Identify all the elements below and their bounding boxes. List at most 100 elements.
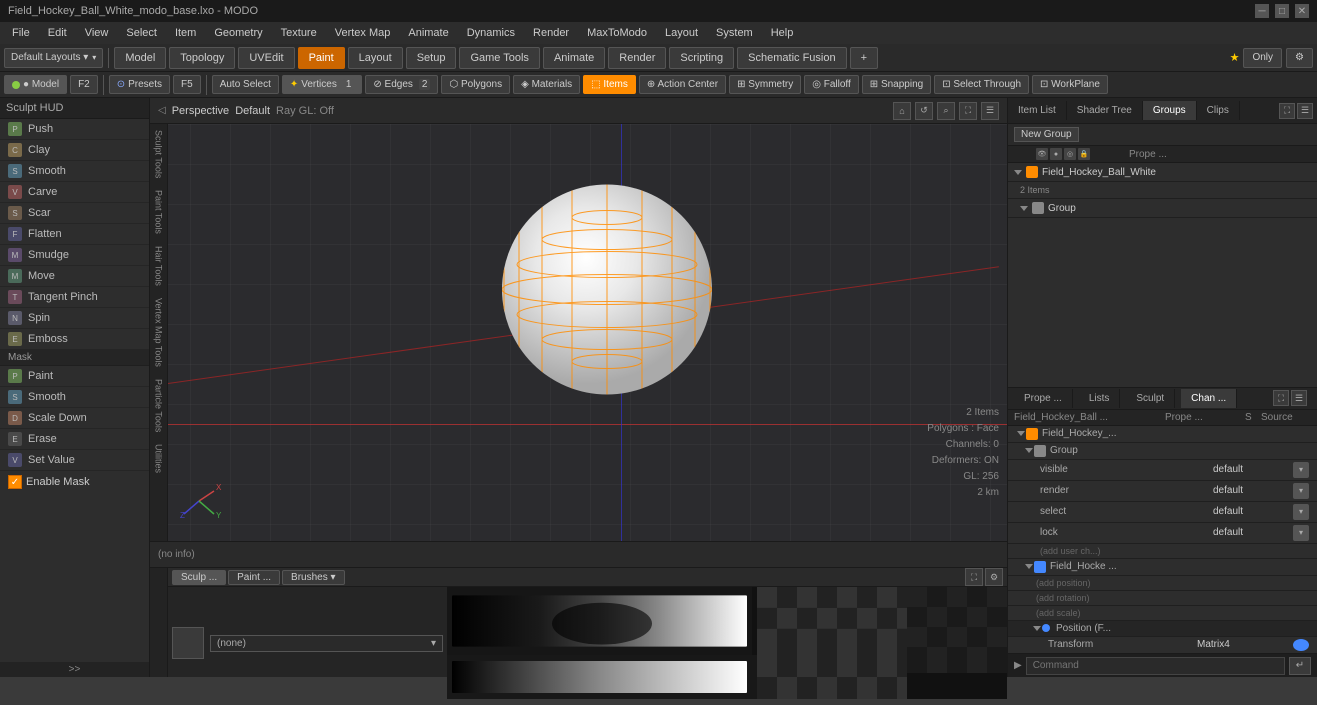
paint-tools-label[interactable]: Paint Tools xyxy=(152,184,166,240)
chan-obj-row[interactable]: Field_Hocke ... xyxy=(1008,559,1317,576)
tab-setup[interactable]: Setup xyxy=(406,47,457,69)
vertex-map-tools-label[interactable]: Vertex Map Tools xyxy=(152,292,166,373)
menu-animate[interactable]: Animate xyxy=(400,25,456,41)
nav-back-icon[interactable]: ◁ xyxy=(158,105,166,116)
chan-root-row[interactable]: Field_Hockey_... xyxy=(1008,426,1317,443)
tab-gametools[interactable]: Game Tools xyxy=(459,47,540,69)
paint-tab[interactable]: Paint ... xyxy=(228,570,280,585)
close-button[interactable]: ✕ xyxy=(1295,4,1309,18)
tool-spin[interactable]: N Spin xyxy=(0,308,149,329)
particle-tools-label[interactable]: Particle Tools xyxy=(152,373,166,438)
falloff-btn[interactable]: ◎ Falloff xyxy=(804,75,859,94)
tool-smooth-mask[interactable]: S Smooth xyxy=(0,387,149,408)
sculpt-tools-label[interactable]: Sculpt Tools xyxy=(152,124,166,184)
menu-maxtomodo[interactable]: MaxToModo xyxy=(579,25,655,41)
bottom-settings-btn[interactable]: ⚙ xyxy=(985,568,1003,586)
chan-select-row[interactable]: select default ▾ xyxy=(1008,502,1317,523)
menu-item[interactable]: Item xyxy=(167,25,204,41)
autoselect-btn[interactable]: Auto Select xyxy=(212,75,279,94)
f2-btn[interactable]: F2 xyxy=(70,75,98,94)
tab-uvedit[interactable]: UVEdit xyxy=(238,47,294,69)
hair-tools-label[interactable]: Hair Tools xyxy=(152,240,166,292)
menu-select[interactable]: Select xyxy=(118,25,165,41)
add-scale[interactable]: (add scale) xyxy=(1008,606,1317,621)
panel-settings-icon[interactable]: ☰ xyxy=(1297,103,1313,119)
viewport[interactable]: Sculpt Tools Paint Tools Hair Tools Vert… xyxy=(150,124,1007,541)
tab-model[interactable]: Model xyxy=(114,47,166,69)
tab-layout[interactable]: Layout xyxy=(348,47,403,69)
enable-mask-checkbox[interactable]: ✓ xyxy=(8,475,22,489)
edges-btn[interactable]: ⊘ Edges 2 xyxy=(365,75,438,94)
tool-move[interactable]: M Move xyxy=(0,266,149,287)
only-button[interactable]: Only xyxy=(1243,48,1282,68)
menu-geometry[interactable]: Geometry xyxy=(206,25,270,41)
tab-shader-tree[interactable]: Shader Tree xyxy=(1067,101,1143,120)
brushes-tab[interactable]: Brushes ▾ xyxy=(282,570,344,585)
visible-dropdown[interactable]: ▾ xyxy=(1293,462,1309,478)
tab-paint[interactable]: Paint xyxy=(298,47,345,69)
select-dropdown[interactable]: ▾ xyxy=(1293,504,1309,520)
tool-tangent-pinch[interactable]: T Tangent Pinch xyxy=(0,287,149,308)
chan-position-header[interactable]: Position (F... xyxy=(1008,621,1317,637)
chan-expand-btn[interactable]: ⛶ xyxy=(1273,390,1289,406)
tab-groups[interactable]: Groups xyxy=(1143,101,1197,120)
raygl-label[interactable]: Ray GL: Off xyxy=(276,105,334,117)
tab-clips[interactable]: Clips xyxy=(1197,101,1240,120)
add-user-ch-1[interactable]: (add user ch...) xyxy=(1008,544,1317,559)
expand-more-button[interactable]: >> xyxy=(0,662,149,677)
render-dropdown[interactable]: ▾ xyxy=(1293,483,1309,499)
scene-root[interactable]: Field_Hockey_Ball_White xyxy=(1008,163,1317,182)
presets-btn[interactable]: ⊙ Presets xyxy=(109,75,170,94)
tool-paint-mask[interactable]: P Paint xyxy=(0,366,149,387)
vp-ctrl-home[interactable]: ⌂ xyxy=(893,102,911,120)
add-position[interactable]: (add position) xyxy=(1008,576,1317,591)
menu-render[interactable]: Render xyxy=(525,25,577,41)
menu-dynamics[interactable]: Dynamics xyxy=(459,25,523,41)
eye-icon[interactable]: 👁 xyxy=(1036,148,1048,160)
tab-topology[interactable]: Topology xyxy=(169,47,235,69)
tab-properties[interactable]: Prope ... xyxy=(1014,389,1073,408)
items-btn[interactable]: ⬚ Items xyxy=(583,75,636,94)
maximize-button[interactable]: □ xyxy=(1275,4,1289,18)
minimize-button[interactable]: ─ xyxy=(1255,4,1269,18)
tool-scale-down[interactable]: D Scale Down xyxy=(0,408,149,429)
menu-texture[interactable]: Texture xyxy=(273,25,325,41)
tab-schematic[interactable]: Schematic Fusion xyxy=(737,47,846,69)
chan-settings-btn[interactable]: ☰ xyxy=(1291,390,1307,406)
vp-ctrl-rotate[interactable]: ↺ xyxy=(915,102,933,120)
tool-smudge[interactable]: M Smudge xyxy=(0,245,149,266)
chan-visible-row[interactable]: visible default ▾ xyxy=(1008,460,1317,481)
vp-ctrl-menu[interactable]: ☰ xyxy=(981,102,999,120)
menu-system[interactable]: System xyxy=(708,25,761,41)
panel-expand-icon[interactable]: ⛶ xyxy=(1279,103,1295,119)
tab-sculpt[interactable]: Sculpt xyxy=(1126,389,1175,408)
menu-edit[interactable]: Edit xyxy=(40,25,75,41)
menu-layout[interactable]: Layout xyxy=(657,25,706,41)
materials-btn[interactable]: ◈ Materials xyxy=(513,75,580,94)
chan-lock-row[interactable]: lock default ▾ xyxy=(1008,523,1317,544)
menu-vertex-map[interactable]: Vertex Map xyxy=(327,25,399,41)
select-through-btn[interactable]: ⊡ Select Through xyxy=(934,75,1029,94)
chan-render-row[interactable]: render default ▾ xyxy=(1008,481,1317,502)
menu-file[interactable]: File xyxy=(4,25,38,41)
tool-clay[interactable]: C Clay xyxy=(0,140,149,161)
f5-btn[interactable]: F5 xyxy=(173,75,201,94)
tab-render[interactable]: Render xyxy=(608,47,666,69)
tool-flatten[interactable]: F Flatten xyxy=(0,224,149,245)
tab-animate[interactable]: Animate xyxy=(543,47,605,69)
chan-transform-row[interactable]: Transform Matrix4 xyxy=(1008,637,1317,654)
menu-view[interactable]: View xyxy=(77,25,117,41)
lock-dropdown[interactable]: ▾ xyxy=(1293,525,1309,541)
lock-icon[interactable]: 🔒 xyxy=(1078,148,1090,160)
scene-group[interactable]: Group xyxy=(1008,199,1317,218)
vp-ctrl-expand[interactable]: ⛶ xyxy=(959,102,977,120)
select-icon[interactable]: ◎ xyxy=(1064,148,1076,160)
settings-button[interactable]: ⚙ xyxy=(1286,48,1313,68)
workplane-btn[interactable]: ⊡ WorkPlane xyxy=(1032,75,1108,94)
vertices-btn[interactable]: ✦ Vertices 1 xyxy=(282,75,363,94)
tool-push[interactable]: P Push xyxy=(0,119,149,140)
perspective-label[interactable]: Perspective xyxy=(172,105,229,117)
bottom-expand-btn[interactable]: ⛶ xyxy=(965,568,983,586)
tab-add[interactable]: + xyxy=(850,47,878,69)
command-input[interactable] xyxy=(1026,657,1285,675)
